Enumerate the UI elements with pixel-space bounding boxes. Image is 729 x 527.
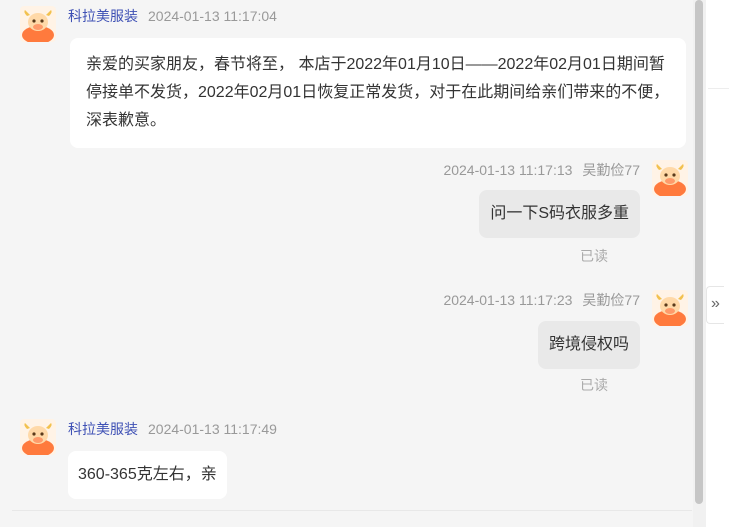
buyer-avatar[interactable] — [652, 290, 688, 326]
read-status: 已读 — [580, 248, 608, 264]
read-status: 已读 — [580, 377, 608, 393]
message-meta: 科拉美服装 2024-01-13 11:17:49 — [68, 419, 277, 439]
expand-panel-button[interactable]: » — [706, 286, 724, 324]
message-time: 2024-01-13 11:17:49 — [148, 421, 277, 437]
cow-mascot-icon — [654, 164, 686, 196]
cow-mascot-icon — [22, 10, 54, 42]
message-bubble[interactable]: 问一下S码衣服多重 — [479, 190, 640, 238]
seller-avatar[interactable] — [20, 419, 56, 455]
message-meta: 2024-01-13 11:17:23 吴勤俭77 — [443, 290, 640, 310]
message-bubble[interactable]: 亲爱的买家朋友，春节将至， 本店于2022年01月10日——2022年02月01… — [70, 38, 686, 148]
message-bubble[interactable]: 跨境侵权吗 — [537, 321, 640, 369]
divider — [12, 510, 692, 511]
sender-name[interactable]: 科拉美服装 — [68, 8, 138, 24]
sender-name: 吴勤俭77 — [582, 162, 640, 178]
side-panel — [706, 0, 729, 527]
message-meta: 2024-01-13 11:17:13 吴勤俭77 — [443, 160, 640, 180]
sender-name: 吴勤俭77 — [582, 292, 640, 308]
message-meta: 科拉美服装 2024-01-13 11:17:04 — [68, 6, 277, 26]
message-time: 2024-01-13 11:17:13 — [443, 162, 573, 178]
message-text: 跨境侵权吗 — [548, 336, 629, 353]
buyer-avatar[interactable] — [652, 160, 688, 196]
sender-name[interactable]: 科拉美服装 — [68, 421, 138, 437]
chat-panel: 科拉美服装 2024-01-13 11:17:04 亲爱的买家朋友，春节将至， 本… — [0, 0, 706, 527]
cow-mascot-icon — [22, 423, 54, 455]
message-text: 问一下S码衣服多重 — [490, 205, 629, 222]
message-text: 360-365克左右，亲 — [78, 466, 217, 483]
message-time: 2024-01-13 11:17:23 — [443, 292, 573, 308]
message-text: 亲爱的买家朋友，春节将至， 本店于2022年01月10日——2022年02月01… — [86, 56, 670, 129]
message-time: 2024-01-13 11:17:04 — [148, 8, 277, 24]
cow-mascot-icon — [654, 294, 686, 326]
double-chevron-right-icon: » — [711, 295, 720, 312]
divider — [708, 88, 729, 89]
scrollbar-thumb[interactable] — [695, 0, 703, 504]
seller-avatar[interactable] — [20, 6, 56, 42]
message-bubble[interactable]: 360-365克左右，亲 — [68, 451, 227, 499]
